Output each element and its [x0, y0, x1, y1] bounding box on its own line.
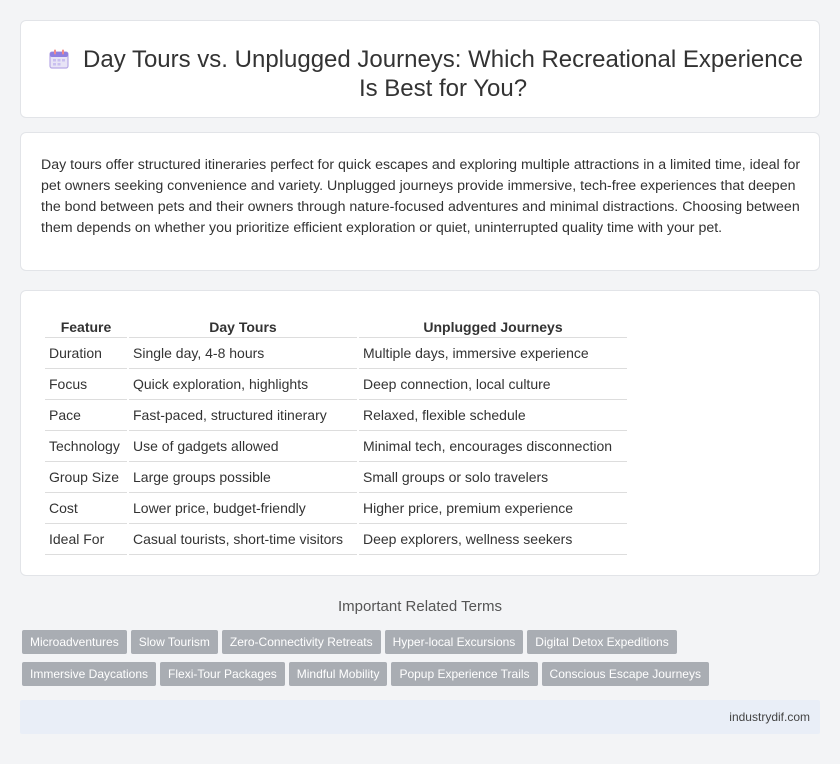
table-row: Technology Use of gadgets allowed Minima…	[45, 431, 627, 462]
term-tag[interactable]: Flexi-Tour Packages	[160, 662, 285, 686]
table-row: Duration Single day, 4-8 hours Multiple …	[45, 338, 627, 369]
cell-day-tours: Lower price, budget-friendly	[129, 493, 357, 524]
calendar-icon	[49, 49, 69, 69]
page-title: Day Tours vs. Unplugged Journeys: Which …	[83, 46, 803, 102]
cell-unplugged: Multiple days, immersive experience	[359, 338, 627, 369]
cell-feature: Pace	[45, 400, 127, 431]
header-day-tours: Day Tours	[129, 313, 357, 338]
cell-day-tours: Casual tourists, short-time visitors	[129, 524, 357, 555]
cell-day-tours: Fast-paced, structured itinerary	[129, 400, 357, 431]
table-row: Ideal For Casual tourists, short-time vi…	[45, 524, 627, 555]
cell-day-tours: Single day, 4-8 hours	[129, 338, 357, 369]
cell-feature: Focus	[45, 369, 127, 400]
cell-unplugged: Higher price, premium experience	[359, 493, 627, 524]
footer: industrydif.com	[20, 700, 820, 734]
table-header-row: Feature Day Tours Unplugged Journeys	[45, 313, 627, 338]
header-feature: Feature	[45, 313, 127, 338]
cell-unplugged: Minimal tech, encourages disconnection	[359, 431, 627, 462]
cell-unplugged: Deep connection, local culture	[359, 369, 627, 400]
cell-feature: Ideal For	[45, 524, 127, 555]
summary-text: Day tours offer structured itineraries p…	[41, 157, 801, 236]
table-row: Cost Lower price, budget-friendly Higher…	[45, 493, 627, 524]
term-tag[interactable]: Microadventures	[22, 630, 127, 654]
table-row: Group Size Large groups possible Small g…	[45, 462, 627, 493]
title-card: Day Tours vs. Unplugged Journeys: Which …	[20, 20, 820, 118]
header-unplugged-journeys: Unplugged Journeys	[359, 313, 627, 338]
term-tag[interactable]: Zero-Connectivity Retreats	[221, 630, 381, 654]
term-tag[interactable]: Digital Detox Expeditions	[527, 630, 677, 654]
cell-feature: Technology	[45, 431, 127, 462]
term-tag[interactable]: Slow Tourism	[130, 630, 218, 654]
table-row: Focus Quick exploration, highlights Deep…	[45, 369, 627, 400]
cell-unplugged: Deep explorers, wellness seekers	[359, 524, 627, 555]
comparison-table: Feature Day Tours Unplugged Journeys Dur…	[43, 313, 629, 555]
term-tag[interactable]: Immersive Daycations	[22, 662, 157, 686]
cell-day-tours: Use of gadgets allowed	[129, 431, 357, 462]
table-row: Pace Fast-paced, structured itinerary Re…	[45, 400, 627, 431]
comparison-table-card: Feature Day Tours Unplugged Journeys Dur…	[20, 290, 820, 576]
cell-feature: Cost	[45, 493, 127, 524]
cell-day-tours: Quick exploration, highlights	[129, 369, 357, 400]
related-terms-row-2: Immersive Daycations Flexi-Tour Packages M…	[22, 662, 822, 686]
cell-unplugged: Relaxed, flexible schedule	[359, 400, 627, 431]
cell-day-tours: Large groups possible	[129, 462, 357, 493]
term-tag[interactable]: Conscious Escape Journeys	[541, 662, 709, 686]
summary-card: Day tours offer structured itineraries p…	[20, 132, 820, 271]
related-terms-title: Important Related Terms	[338, 598, 502, 615]
term-tag[interactable]: Hyper-local Excursions	[384, 630, 524, 654]
footer-site-link[interactable]: industrydif.com	[729, 710, 810, 724]
term-tag[interactable]: Popup Experience Trails	[391, 662, 538, 686]
cell-unplugged: Small groups or solo travelers	[359, 462, 627, 493]
term-tag[interactable]: Mindful Mobility	[288, 662, 388, 686]
cell-feature: Duration	[45, 338, 127, 369]
cell-feature: Group Size	[45, 462, 127, 493]
related-terms-row-1: Microadventures Slow Tourism Zero-Connecti…	[22, 630, 822, 654]
